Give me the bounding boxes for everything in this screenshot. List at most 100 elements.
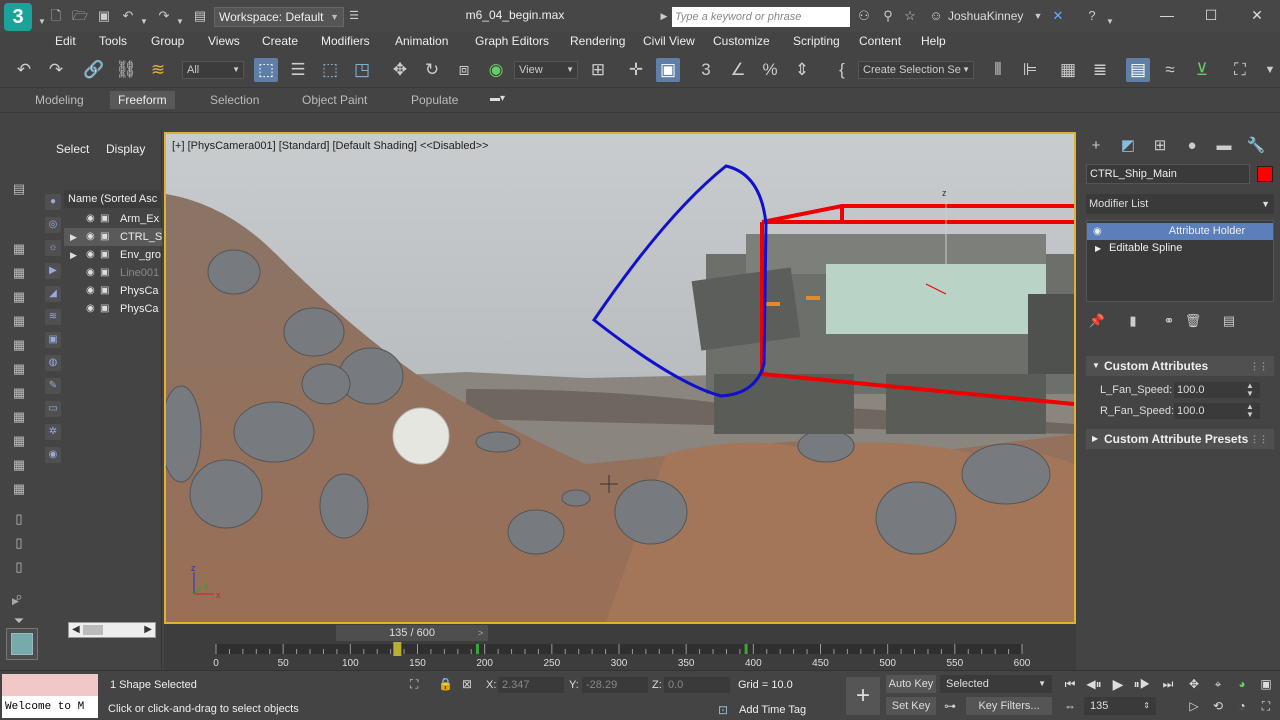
bones-filter-icon[interactable]: ✎ bbox=[45, 378, 61, 394]
modifier-list-dropdown[interactable]: Modifier List ▼ bbox=[1086, 194, 1274, 214]
next-frame-icon[interactable]: ⏸▶ bbox=[1132, 676, 1152, 692]
key-filters-button[interactable]: Key Filters... bbox=[966, 697, 1052, 715]
search-input[interactable]: Type a keyword or phrase bbox=[672, 7, 850, 27]
shapes-filter-icon[interactable]: ◎ bbox=[45, 217, 61, 233]
key-mode-dropdown[interactable]: Selected ▼ bbox=[940, 675, 1052, 693]
menu-animation[interactable]: Animation bbox=[395, 34, 448, 48]
undo-icon[interactable]: ↶ bbox=[12, 58, 36, 82]
make-unique-icon[interactable]: ⚭ bbox=[1160, 312, 1178, 330]
visibility-eye-icon[interactable]: ◉ bbox=[86, 300, 95, 318]
configure-modifier-sets-icon[interactable]: ▤ bbox=[1220, 312, 1238, 330]
containers-filter-icon[interactable]: ▦ bbox=[10, 432, 28, 450]
redo-dropdown-icon[interactable]: ▼ bbox=[172, 14, 188, 30]
redo-icon[interactable]: ↷ bbox=[44, 58, 68, 82]
explorer-row[interactable]: ◉ ▣ Arm_Ex bbox=[64, 210, 162, 228]
menu-modifiers[interactable]: Modifiers bbox=[321, 34, 370, 48]
orbit-icon[interactable]: ◔ bbox=[1232, 698, 1252, 714]
select-manipulate-icon[interactable]: ✛ bbox=[624, 58, 648, 82]
select-object-icon[interactable]: ⬚ bbox=[254, 58, 278, 82]
material-editor-icon[interactable]: ⛶ bbox=[1228, 58, 1252, 82]
stack-item-editable-spline[interactable]: ▶ Editable Spline bbox=[1087, 240, 1273, 257]
window-crossing-icon[interactable]: ◳ bbox=[350, 58, 374, 82]
group-icon[interactable]: ▦ bbox=[10, 288, 28, 306]
menu-rendering[interactable]: Rendering bbox=[570, 34, 625, 48]
workspace-menu-icon[interactable]: ☰ bbox=[346, 8, 362, 24]
visibility-eye-icon[interactable]: ◉ bbox=[86, 282, 95, 300]
layers-icon[interactable]: ▯ bbox=[10, 558, 28, 576]
keyframe-marker[interactable] bbox=[744, 644, 748, 654]
time-slider[interactable]: < 135 / 600 > bbox=[164, 624, 1076, 642]
explorer-row[interactable]: ◉ ▣ PhysCa bbox=[64, 282, 162, 300]
percent-snap-icon[interactable]: % bbox=[758, 58, 782, 82]
lights-filter-icon[interactable]: ▦ bbox=[10, 384, 28, 402]
pan-camera-icon[interactable]: ▷ bbox=[1184, 698, 1204, 714]
angle-snap-icon[interactable]: ∠ bbox=[726, 58, 750, 82]
schematic-view-icon[interactable]: ⊻ bbox=[1190, 58, 1214, 82]
walkthrough-icon[interactable]: ⛶ bbox=[1256, 698, 1276, 714]
unlink-icon[interactable]: ⛓ bbox=[114, 58, 138, 82]
toolbar-more-icon[interactable]: ▼ bbox=[1258, 58, 1280, 82]
bones-filter-icon[interactable]: ▦ bbox=[10, 408, 28, 426]
explorer-horizontal-scrollbar[interactable]: ◀ ▶ bbox=[68, 622, 156, 638]
display-all-icon[interactable]: ▯ bbox=[10, 510, 28, 528]
time-tag-icon[interactable]: ⊡ bbox=[718, 703, 728, 717]
orbit-camera-icon[interactable]: ◕ bbox=[1232, 676, 1252, 692]
time-slider-next-icon[interactable]: > bbox=[478, 625, 483, 641]
maximize-viewport-icon[interactable]: ▣ bbox=[1256, 676, 1276, 692]
helpers-filter-icon[interactable]: ▦ bbox=[10, 336, 28, 354]
scroll-left-icon[interactable]: ◀ bbox=[72, 623, 80, 637]
rectangular-selection-icon[interactable]: ⬚ bbox=[318, 58, 342, 82]
link-icon[interactable]: 🔗 bbox=[82, 58, 106, 82]
reference-coordinate-dropdown[interactable]: View ▼ bbox=[514, 61, 578, 79]
motion-tab-icon[interactable]: ● bbox=[1182, 136, 1202, 156]
go-to-end-icon[interactable]: ⏭ bbox=[1158, 676, 1178, 692]
current-frame-marker[interactable] bbox=[393, 642, 402, 656]
explorer-column-header[interactable]: Name (Sorted Asc bbox=[64, 190, 162, 208]
help-dropdown-icon[interactable]: ▼ bbox=[1102, 14, 1118, 30]
scene-explorer-toggle-icon[interactable]: ▦ bbox=[1056, 58, 1080, 82]
menu-civil-view[interactable]: Civil View bbox=[643, 34, 695, 48]
menu-content[interactable]: Content bbox=[859, 34, 901, 48]
visibility-eye-icon[interactable]: ◉ bbox=[86, 264, 95, 282]
containers-filter-icon[interactable]: ▭ bbox=[45, 401, 61, 417]
z-coordinate-field[interactable]: 0.0 bbox=[664, 677, 730, 693]
scroll-right-icon[interactable]: ▶ bbox=[144, 623, 152, 637]
menu-customize[interactable]: Customize bbox=[713, 34, 770, 48]
particles-filter-icon[interactable]: ✲ bbox=[45, 424, 61, 440]
helpers-filter-icon[interactable]: ◢ bbox=[45, 286, 61, 302]
go-to-start-icon[interactable]: ⏮ bbox=[1060, 676, 1080, 692]
align-icon[interactable]: ⊫ bbox=[1018, 58, 1042, 82]
dolly-camera-icon[interactable]: ⟲ bbox=[1208, 698, 1228, 714]
expand-icon[interactable]: ▶ bbox=[70, 228, 77, 246]
explorer-row[interactable]: ◉ ▣ Line001 bbox=[64, 264, 162, 282]
explorer-row[interactable]: ◉ ▣ PhysCa bbox=[64, 300, 162, 318]
stack-item-attribute-holder[interactable]: ◉ Attribute Holder bbox=[1087, 223, 1273, 240]
key-mode-toggle-icon[interactable]: ⇔ bbox=[1060, 698, 1080, 714]
maxscript-listener-pink[interactable] bbox=[2, 674, 98, 696]
expand-strip-icon[interactable]: ▶ bbox=[12, 596, 19, 607]
warps-filter-icon[interactable]: ≋ bbox=[45, 309, 61, 325]
object-name-field[interactable]: CTRL_Ship_Main bbox=[1086, 164, 1250, 184]
exchange-apps-icon[interactable]: ✕ bbox=[1050, 8, 1066, 24]
cameras-filter-icon[interactable]: ▶ bbox=[45, 263, 61, 279]
spinner-icon[interactable]: ▲ ▼ bbox=[1246, 403, 1254, 419]
current-frame-field[interactable]: 135 ⇕ bbox=[1084, 697, 1156, 715]
open-file-icon[interactable]: 🗁 bbox=[72, 8, 88, 24]
scale-icon[interactable]: ⧈ bbox=[452, 58, 476, 82]
isolate-selection-icon[interactable]: ⛶ bbox=[410, 677, 418, 692]
username[interactable]: JoshuaKinney bbox=[948, 9, 1023, 23]
remove-modifier-icon[interactable]: 🗑 bbox=[1184, 312, 1202, 330]
tab-populate[interactable]: Populate bbox=[411, 93, 458, 107]
explorer-tab-display[interactable]: Display bbox=[106, 142, 145, 156]
select-icon[interactable]: ▦ bbox=[10, 240, 28, 258]
workspace-dropdown[interactable]: Workspace: Default ▼ bbox=[214, 7, 344, 27]
help-icon[interactable]: ? bbox=[1084, 8, 1100, 24]
display-tab-icon[interactable]: ▬ bbox=[1214, 136, 1234, 156]
undo-icon[interactable]: ↶ bbox=[120, 8, 136, 24]
menu-scripting[interactable]: Scripting bbox=[793, 34, 840, 48]
eye-icon[interactable]: ◉ bbox=[1093, 223, 1102, 240]
groups-filter-icon[interactable]: ▣ bbox=[45, 332, 61, 348]
expand-icon[interactable]: ▶ bbox=[1095, 240, 1101, 257]
select-by-name-icon[interactable]: ☰ bbox=[286, 58, 310, 82]
viewport-label[interactable]: [+] [PhysCamera001] [Standard] [Default … bbox=[172, 140, 488, 152]
